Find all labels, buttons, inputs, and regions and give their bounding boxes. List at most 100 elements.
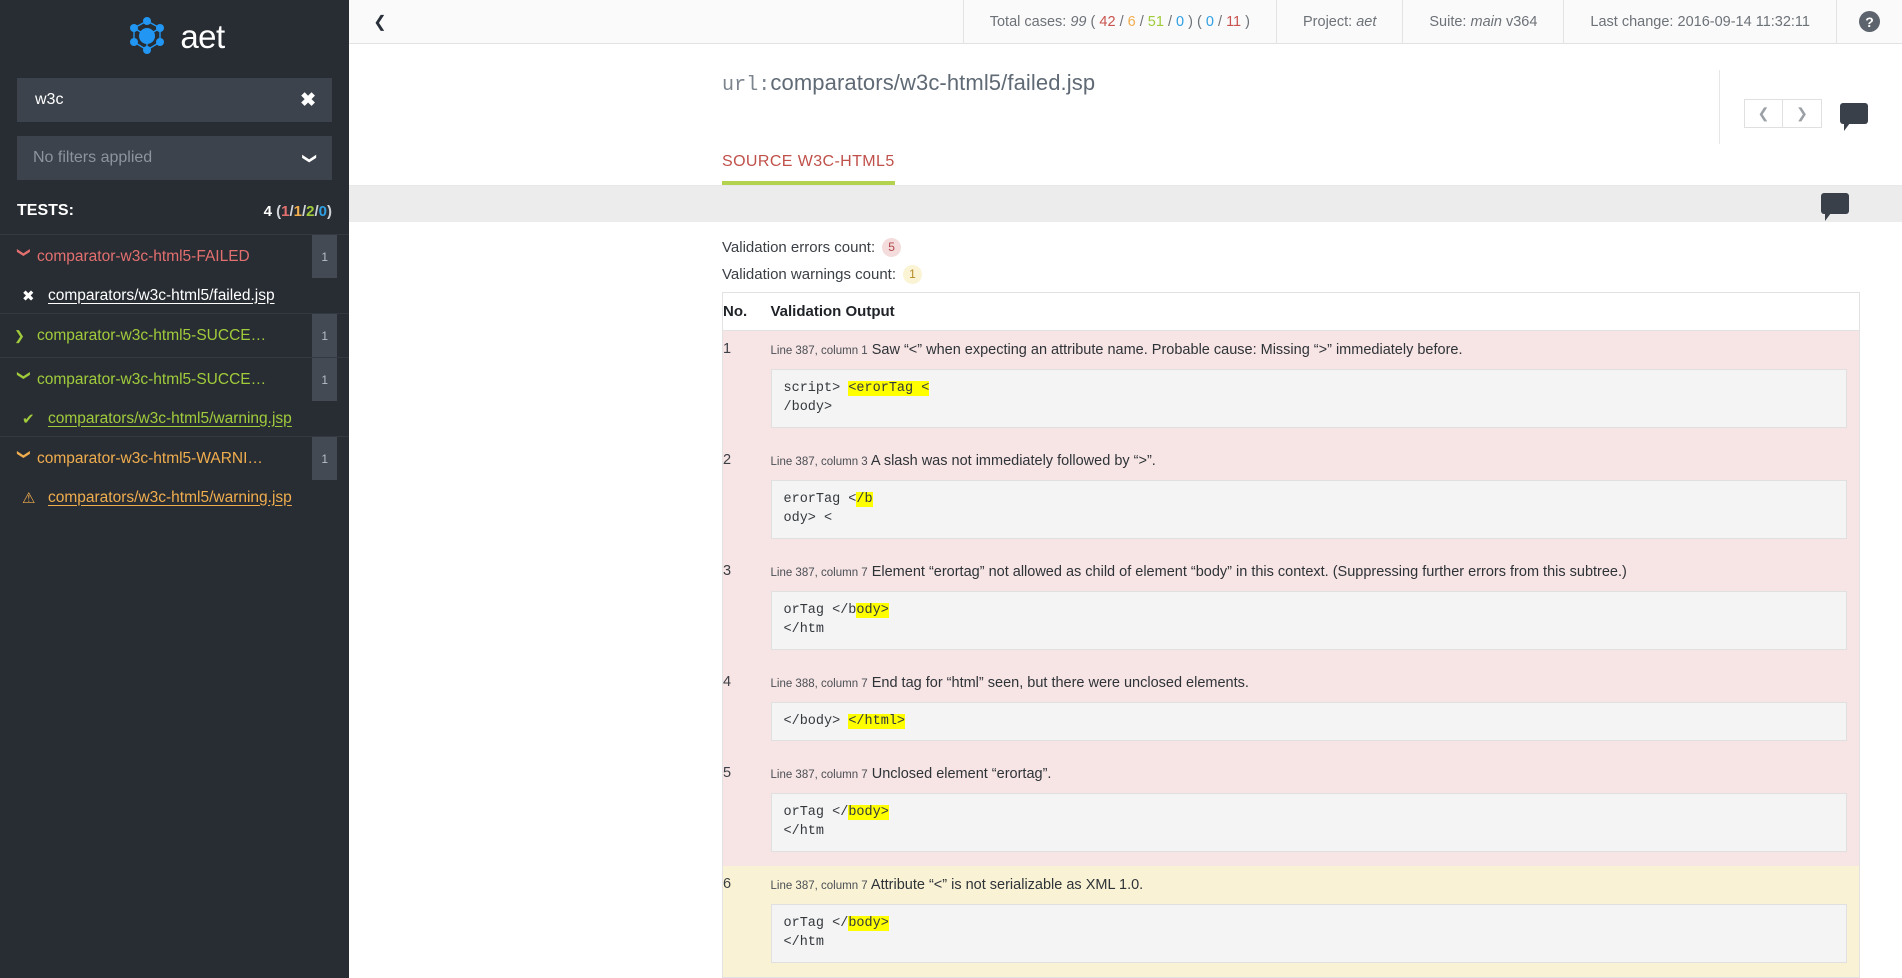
speech-bubble-icon[interactable]	[1840, 103, 1868, 124]
table-row: 1 Line 387, column 1 Saw “<” when expect…	[723, 330, 1860, 441]
suite-name: comparator-w3c-html5-FAILED	[34, 248, 312, 266]
code-post: ody> <	[784, 511, 833, 526]
page-title: url:comparators/w3c-html5/failed.jsp	[722, 70, 1719, 97]
row-message: Line 387, column 7 Unclosed element “ero…	[771, 765, 1848, 784]
row-number: 3	[723, 553, 771, 664]
row-message-text: Saw “<” when expecting an attribute name…	[872, 342, 1463, 358]
case-name: comparators/w3c-html5/warning.jsp	[48, 489, 292, 507]
count-rest: 11	[1226, 14, 1241, 30]
chevron-down-icon[interactable]: ❯	[16, 247, 32, 267]
main-panel: ❮ Total cases: 99 ( 42 / 6 / 51 / 0 ) ( …	[349, 0, 1902, 978]
table-head: No. Validation Output	[723, 292, 1860, 330]
validation-warnings-label: Validation warnings count:	[722, 266, 896, 283]
code-pre: </body>	[784, 714, 849, 729]
row-output: Line 387, column 3 A slash was not immed…	[771, 442, 1860, 553]
row-output: Line 387, column 7 Unclosed element “ero…	[771, 755, 1860, 866]
tabs: SOURCE W3C-HTML5	[349, 144, 1902, 186]
topbar: ❮ Total cases: 99 ( 42 / 6 / 51 / 0 ) ( …	[349, 0, 1902, 44]
table-row: 4 Line 388, column 7 End tag for “html” …	[723, 664, 1860, 755]
row-output: Line 387, column 1 Saw “<” when expectin…	[771, 330, 1860, 441]
count-processing: 0	[1206, 14, 1214, 30]
chevron-right-icon[interactable]: ❯	[14, 328, 34, 344]
tab-source-w3c-html5[interactable]: SOURCE W3C-HTML5	[722, 153, 895, 185]
tests-total: 4	[264, 203, 272, 220]
code-highlight: ody>	[856, 603, 888, 618]
row-code: orTag </body> </htm	[771, 904, 1848, 963]
row-message-text: Attribute “<” is not serializable as XML…	[871, 877, 1143, 893]
row-message-text: Unclosed element “erortag”.	[872, 766, 1052, 782]
row-location: Line 387, column 7	[771, 769, 868, 781]
question-mark-icon[interactable]: ?	[1859, 11, 1880, 32]
app-root: aet ✖ No filters applied ❯ TESTS: 4 (1/1…	[0, 0, 1902, 978]
row-message: Line 387, column 7 Element “erortag” not…	[771, 563, 1848, 582]
suite-name: comparator-w3c-html5-WARNI…	[34, 450, 312, 468]
code-pre: orTag </	[784, 805, 849, 820]
table-row: 6 Line 387, column 7 Attribute “<” is no…	[723, 866, 1860, 977]
suite-badge: 1	[312, 358, 337, 401]
paren-open-1: (	[1091, 14, 1096, 30]
next-button[interactable]: ❯	[1783, 99, 1822, 128]
topbar-spacer	[411, 0, 963, 43]
sidebar-case-row[interactable]: ✖ comparators/w3c-html5/failed.jsp	[0, 278, 349, 313]
row-number: 6	[723, 866, 771, 977]
filter-select[interactable]: No filters applied ❯	[17, 136, 332, 180]
search-box[interactable]: ✖	[17, 78, 332, 122]
table-row: 2 Line 387, column 3 A slash was not imm…	[723, 442, 1860, 553]
warning-triangle-icon: ⚠	[22, 489, 48, 507]
row-output: Line 388, column 7 End tag for “html” se…	[771, 664, 1860, 755]
help-cell[interactable]: ?	[1836, 0, 1902, 43]
chevron-right-icon: ❯	[1796, 105, 1808, 122]
tests-info: 0	[319, 203, 327, 220]
search-input[interactable]	[33, 90, 300, 110]
validation-table: No. Validation Output 1 Line 387, column…	[722, 292, 1860, 978]
close-icon[interactable]: ✖	[300, 91, 316, 110]
sidebar-case-row[interactable]: ✔ comparators/w3c-html5/warning.jsp	[0, 401, 349, 436]
suite-name: comparator-w3c-html5-SUCCE…	[34, 327, 312, 345]
sep-c: /	[1168, 14, 1172, 30]
validation-errors-count: Validation errors count: 5	[722, 238, 1860, 257]
code-post: </htm	[784, 622, 825, 637]
paren-close-2: )	[1245, 14, 1250, 30]
total-cases-value: 99	[1070, 14, 1086, 30]
code-highlight: body>	[848, 916, 889, 931]
row-code: script> <erorTag < /body>	[771, 369, 1848, 428]
code-highlight: body>	[848, 805, 889, 820]
project-label: Project:	[1303, 14, 1352, 30]
sidebar-case-row[interactable]: ⚠ comparators/w3c-html5/warning.jsp	[0, 480, 349, 515]
total-cases-cell: Total cases: 99 ( 42 / 6 / 51 / 0 ) ( 0 …	[963, 0, 1276, 43]
column-no: No.	[723, 292, 771, 330]
chevron-down-icon[interactable]: ❯	[16, 449, 32, 469]
sidebar-suite-row[interactable]: ❯ comparator-w3c-html5-SUCCE… 1	[0, 313, 349, 357]
sidebar-suite-row[interactable]: ❯ comparator-w3c-html5-WARNI… 1	[0, 436, 349, 480]
speech-bubble-icon[interactable]	[1821, 193, 1849, 214]
table-body: 1 Line 387, column 1 Saw “<” when expect…	[723, 330, 1860, 977]
page-title-prefix: url:	[722, 74, 770, 97]
project-value: aet	[1356, 14, 1376, 30]
suite-label: Suite:	[1429, 14, 1466, 30]
chevron-left-icon: ❮	[1758, 105, 1770, 122]
prev-button[interactable]: ❮	[1744, 99, 1783, 128]
chevron-down-icon[interactable]: ❯	[16, 370, 32, 390]
row-number: 4	[723, 664, 771, 755]
row-output: Line 387, column 7 Attribute “<” is not …	[771, 866, 1860, 977]
column-validation-output: Validation Output	[771, 292, 1860, 330]
row-number: 5	[723, 755, 771, 866]
sidebar-collapse-button[interactable]: ❮	[349, 0, 411, 43]
sidebar-suite-row[interactable]: ❯ comparator-w3c-html5-FAILED 1	[0, 234, 349, 278]
table-row: 5 Line 387, column 7 Unclosed element “e…	[723, 755, 1860, 866]
row-message: Line 387, column 1 Saw “<” when expectin…	[771, 341, 1848, 360]
suite-badge: 1	[312, 314, 337, 357]
comment-bar	[349, 186, 1902, 222]
code-pre: orTag </	[784, 916, 849, 931]
table-row: 3 Line 387, column 7 Element “erortag” n…	[723, 553, 1860, 664]
last-change-label: Last change:	[1590, 14, 1673, 30]
validation-errors-label: Validation errors count:	[722, 239, 875, 256]
sidebar-suite-row[interactable]: ❯ comparator-w3c-html5-SUCCE… 1	[0, 357, 349, 401]
chevron-left-icon: ❮	[373, 12, 386, 32]
check-icon: ✔	[22, 410, 48, 428]
code-post: /body>	[784, 400, 833, 415]
row-message: Line 388, column 7 End tag for “html” se…	[771, 674, 1848, 693]
title-area: url:comparators/w3c-html5/failed.jsp ❮ ❯	[349, 44, 1902, 144]
brand[interactable]: aet	[0, 0, 349, 66]
page-title-value: comparators/w3c-html5/failed.jsp	[770, 70, 1095, 95]
